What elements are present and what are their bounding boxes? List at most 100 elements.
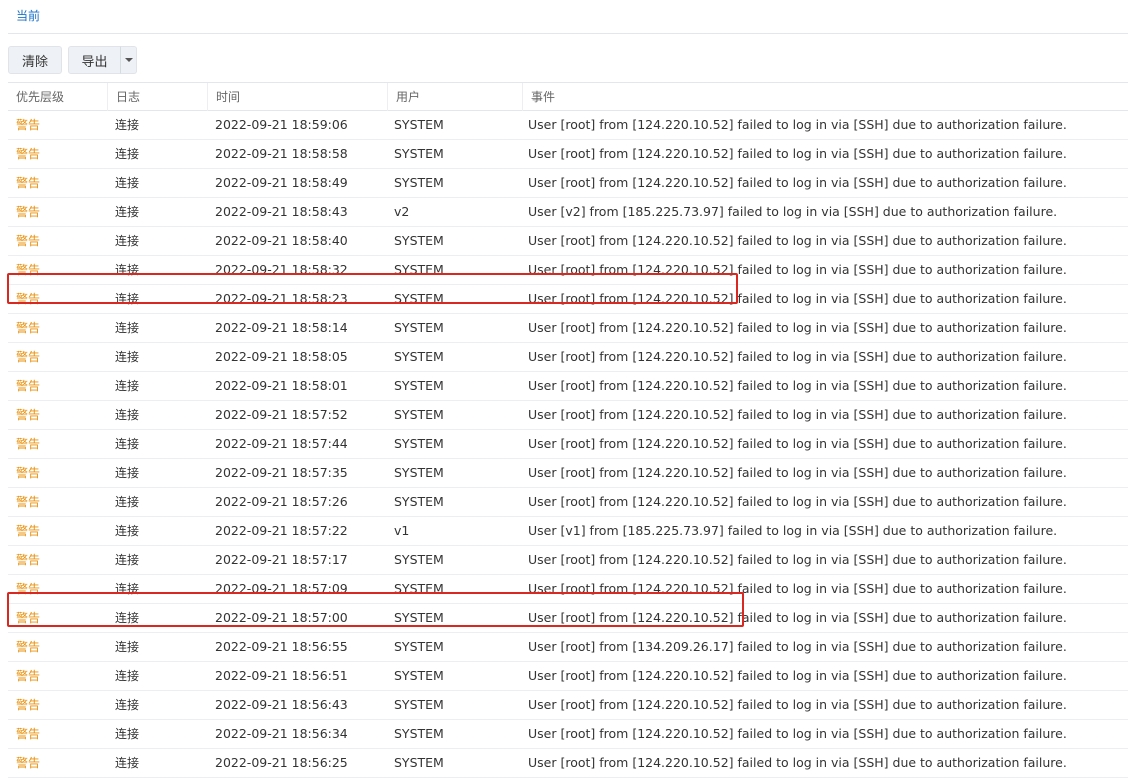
cell-time: 2022-09-21 18:58:05 — [215, 349, 348, 364]
cell-time: 2022-09-21 18:58:40 — [215, 233, 348, 248]
cell-level: 警告 — [16, 147, 41, 161]
table-row[interactable]: 警告 连接 2022-09-21 18:57:26 SYSTEM User [root]… — [8, 488, 1128, 517]
cell-log: 连接 — [115, 437, 140, 451]
cell-time: 2022-09-21 18:57:44 — [215, 436, 348, 451]
cell-log: 连接 — [115, 205, 140, 219]
cell-time: 2022-09-21 18:56:51 — [215, 668, 348, 683]
table-row[interactable]: 警告 连接 2022-09-21 18:58:14 SYSTEM User [root]… — [8, 314, 1128, 343]
table-row[interactable]: 警告 连接 2022-09-21 18:58:05 SYSTEM User [root]… — [8, 343, 1128, 372]
cell-time: 2022-09-21 18:56:25 — [215, 755, 348, 770]
cell-log: 连接 — [115, 611, 140, 625]
cell-event: User [root] from [124.220.10.52] failed … — [528, 146, 1067, 161]
cell-event: User [root] from [124.220.10.52] failed … — [528, 320, 1067, 335]
cell-time: 2022-09-21 18:57:22 — [215, 523, 348, 538]
table-row[interactable]: 警告 连接 2022-09-21 18:58:40 SYSTEM User [root]… — [8, 227, 1128, 256]
cell-level: 警告 — [16, 466, 41, 480]
cell-time: 2022-09-21 18:57:26 — [215, 494, 348, 509]
export-button[interactable]: 导出 — [68, 46, 121, 74]
tab-bar: 当前 — [8, 0, 1128, 34]
cell-log: 连接 — [115, 176, 140, 190]
table-row[interactable]: 警告 连接 2022-09-21 18:58:43 v2 User [v2] from … — [8, 198, 1128, 227]
cell-level: 警告 — [16, 321, 41, 335]
cell-user: SYSTEM — [394, 610, 444, 625]
cell-user: v1 — [394, 523, 410, 538]
cell-level: 警告 — [16, 582, 41, 596]
table-row[interactable]: 警告 连接 2022-09-21 18:58:32 SYSTEM User [root]… — [8, 256, 1128, 285]
cell-level: 警告 — [16, 553, 41, 567]
cell-time: 2022-09-21 18:58:32 — [215, 262, 348, 277]
table-row[interactable]: 警告 连接 2022-09-21 18:57:44 SYSTEM User [root]… — [8, 430, 1128, 459]
cell-user: SYSTEM — [394, 233, 444, 248]
table-row[interactable]: 警告 连接 2022-09-21 18:56:25 SYSTEM User [root]… — [8, 749, 1128, 778]
table-row[interactable]: 警告 连接 2022-09-21 18:58:01 SYSTEM User [root]… — [8, 372, 1128, 401]
cell-level: 警告 — [16, 437, 41, 451]
cell-log: 连接 — [115, 669, 140, 683]
table-row[interactable]: 警告 连接 2022-09-21 18:57:09 SYSTEM User [root]… — [8, 575, 1128, 604]
column-header-time[interactable]: 时间 — [207, 83, 387, 111]
cell-user: SYSTEM — [394, 146, 444, 161]
cell-user: SYSTEM — [394, 291, 444, 306]
cell-level: 警告 — [16, 408, 41, 422]
export-dropdown-button[interactable] — [120, 46, 137, 74]
cell-time: 2022-09-21 18:58:49 — [215, 175, 348, 190]
table-row[interactable]: 警告 连接 2022-09-21 18:57:17 SYSTEM User [root]… — [8, 546, 1128, 575]
cell-user: SYSTEM — [394, 175, 444, 190]
cell-log: 连接 — [115, 321, 140, 335]
cell-log: 连接 — [115, 408, 140, 422]
cell-level: 警告 — [16, 611, 41, 625]
cell-event: User [root] from [124.220.10.52] failed … — [528, 610, 1067, 625]
cell-user: SYSTEM — [394, 436, 444, 451]
cell-user: SYSTEM — [394, 117, 444, 132]
cell-user: SYSTEM — [394, 494, 444, 509]
cell-user: SYSTEM — [394, 378, 444, 393]
cell-event: User [root] from [124.220.10.52] failed … — [528, 175, 1067, 190]
cell-log: 连接 — [115, 495, 140, 509]
clear-button[interactable]: 清除 — [8, 46, 62, 74]
cell-log: 连接 — [115, 553, 140, 567]
table-row[interactable]: 警告 连接 2022-09-21 18:58:49 SYSTEM User [root]… — [8, 169, 1128, 198]
cell-user: SYSTEM — [394, 755, 444, 770]
cell-time: 2022-09-21 18:57:35 — [215, 465, 348, 480]
table-row[interactable]: 警告 连接 2022-09-21 18:56:43 SYSTEM User [root]… — [8, 691, 1128, 720]
column-header-level[interactable]: 优先层级 — [8, 83, 107, 111]
column-header-event[interactable]: 事件 — [522, 83, 1128, 111]
cell-time: 2022-09-21 18:58:58 — [215, 146, 348, 161]
cell-event: User [root] from [124.220.10.52] failed … — [528, 755, 1067, 770]
cell-event: User [root] from [124.220.10.52] failed … — [528, 262, 1067, 277]
cell-user: v2 — [394, 204, 410, 219]
cell-user: SYSTEM — [394, 581, 444, 596]
cell-log: 连接 — [115, 263, 140, 277]
table-row[interactable]: 警告 连接 2022-09-21 18:57:52 SYSTEM User [root]… — [8, 401, 1128, 430]
cell-time: 2022-09-21 18:57:09 — [215, 581, 348, 596]
cell-log: 连接 — [115, 698, 140, 712]
cell-time: 2022-09-21 18:59:06 — [215, 117, 348, 132]
table-row[interactable]: 警告 连接 2022-09-21 18:57:22 v1 User [v1] from … — [8, 517, 1128, 546]
table-row[interactable]: 警告 连接 2022-09-21 18:58:23 SYSTEM User [root]… — [8, 285, 1128, 314]
table-row[interactable]: 警告 连接 2022-09-21 18:56:34 SYSTEM User [root]… — [8, 720, 1128, 749]
table-row[interactable]: 警告 连接 2022-09-21 18:56:55 SYSTEM User [root]… — [8, 633, 1128, 662]
cell-event: User [root] from [124.220.10.52] failed … — [528, 668, 1067, 683]
cell-log: 连接 — [115, 379, 140, 393]
cell-event: User [v2] from [185.225.73.97] failed to… — [528, 204, 1058, 219]
cell-time: 2022-09-21 18:57:00 — [215, 610, 348, 625]
table-row[interactable]: 警告 连接 2022-09-21 18:56:51 SYSTEM User [root]… — [8, 662, 1128, 691]
table-row[interactable]: 警告 连接 2022-09-21 18:58:58 SYSTEM User [root]… — [8, 140, 1128, 169]
cell-user: SYSTEM — [394, 465, 444, 480]
cell-log: 连接 — [115, 582, 140, 596]
cell-event: User [root] from [124.220.10.52] failed … — [528, 291, 1067, 306]
table-row[interactable]: 警告 连接 2022-09-21 18:57:35 SYSTEM User [root]… — [8, 459, 1128, 488]
cell-user: SYSTEM — [394, 407, 444, 422]
tab-current[interactable]: 当前 — [16, 7, 40, 24]
table-row[interactable]: 警告 连接 2022-09-21 18:57:00 SYSTEM User [root]… — [8, 604, 1128, 633]
cell-log: 连接 — [115, 350, 140, 364]
column-header-log[interactable]: 日志 — [107, 83, 207, 111]
cell-event: User [v1] from [185.225.73.97] failed to… — [528, 523, 1058, 538]
cell-user: SYSTEM — [394, 668, 444, 683]
cell-level: 警告 — [16, 495, 41, 509]
cell-level: 警告 — [16, 727, 41, 741]
table-row[interactable]: 警告 连接 2022-09-21 18:59:06 SYSTEM User [root]… — [8, 111, 1128, 140]
column-header-user[interactable]: 用户 — [387, 83, 522, 111]
cell-event: User [root] from [124.220.10.52] failed … — [528, 349, 1067, 364]
cell-log: 连接 — [115, 292, 140, 306]
chevron-down-icon — [124, 58, 133, 62]
